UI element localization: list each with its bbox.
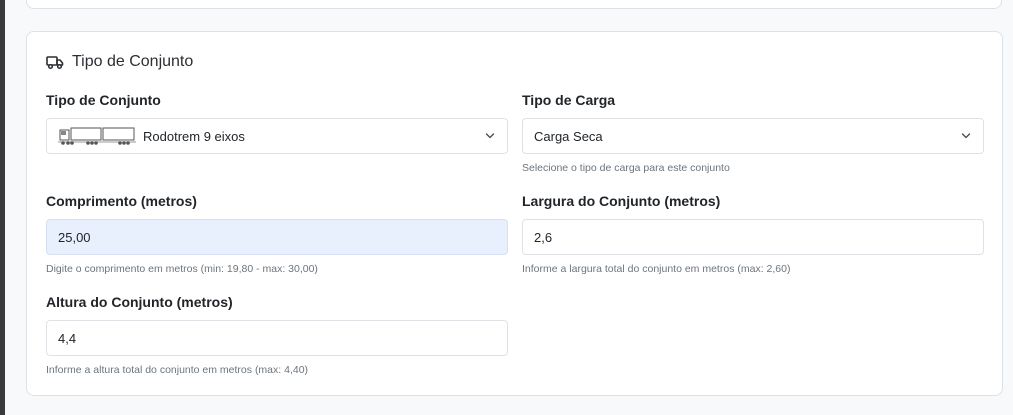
comprimento-help: Digite o comprimento em metros (min: 19,… <box>46 263 318 275</box>
window-left-edge <box>0 0 5 415</box>
tipo-carga-help: Selecione o tipo de carga para este conj… <box>522 162 730 174</box>
chevron-down-icon <box>961 133 971 139</box>
card-header: Tipo de Conjunto <box>46 53 193 71</box>
altura-input[interactable]: 4,4 <box>46 320 508 356</box>
tipo-carga-select[interactable]: Carga Seca <box>522 118 984 154</box>
tipo-de-conjunto-card: Tipo de Conjunto Tipo de Conjunto Rodotr… <box>26 31 1003 396</box>
largura-help: Informe a largura total do conjunto em m… <box>522 263 791 275</box>
tipo-carga-label: Tipo de Carga <box>522 92 616 108</box>
previous-card-bottom <box>26 0 1002 9</box>
card-title: Tipo de Conjunto <box>72 53 194 70</box>
tipo-carga-value: Carga Seca <box>534 128 603 144</box>
largura-value: 2,6 <box>534 229 553 245</box>
comprimento-label: Comprimento (metros) <box>46 193 197 209</box>
altura-help: Informe a altura total do conjunto em me… <box>46 364 309 376</box>
truck-icon <box>46 56 64 70</box>
tipo-conjunto-label: Tipo de Conjunto <box>46 92 161 108</box>
comprimento-input[interactable]: 25,00 <box>46 219 508 255</box>
altura-value: 4,4 <box>58 330 77 346</box>
altura-label: Altura do Conjunto (metros) <box>46 294 233 310</box>
chevron-down-icon <box>485 133 495 139</box>
tipo-conjunto-value: Rodotrem 9 eixos <box>143 128 245 144</box>
tipo-conjunto-select[interactable]: Rodotrem 9 eixos <box>46 118 508 154</box>
largura-label: Largura do Conjunto (metros) <box>522 193 721 209</box>
comprimento-value: 25,00 <box>58 229 91 245</box>
rodotrem-vehicle-icon <box>58 127 136 145</box>
largura-input[interactable]: 2,6 <box>522 219 984 255</box>
